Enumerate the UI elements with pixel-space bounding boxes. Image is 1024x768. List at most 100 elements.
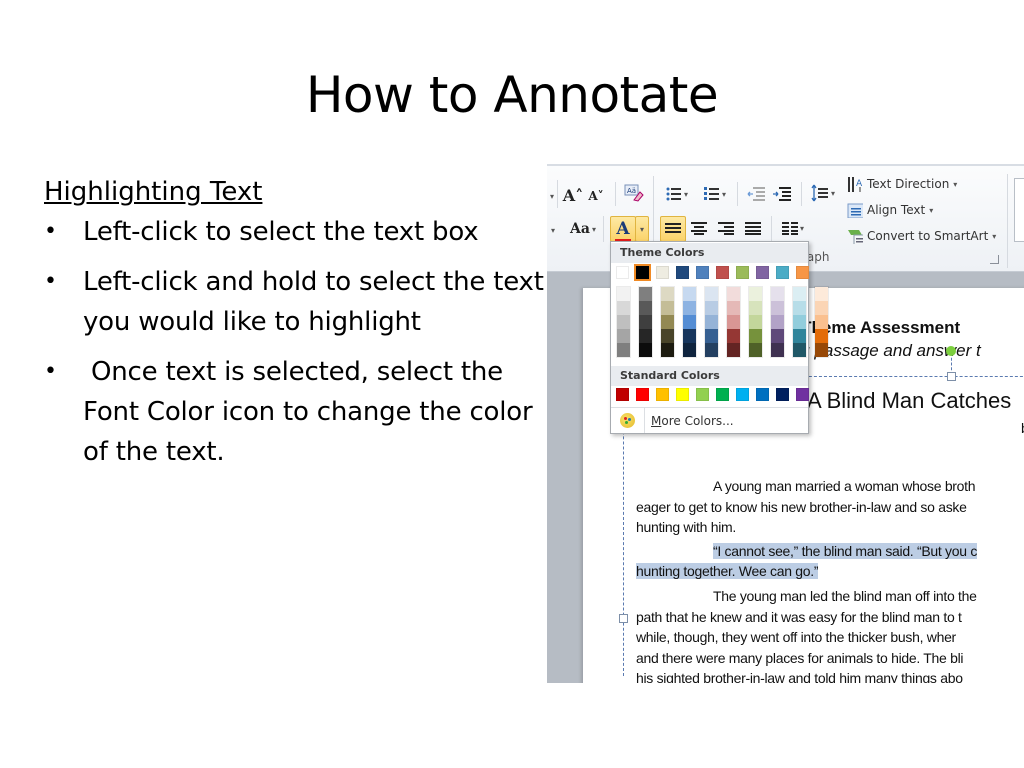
theme-color-swatch[interactable] [736,266,749,279]
align-right-button[interactable] [714,216,738,240]
shade-swatch[interactable] [727,343,740,357]
more-colors-item[interactable]: More Colors... [611,407,808,433]
font-color-dropdown[interactable]: ▾ [635,216,649,242]
shade-swatch[interactable] [639,329,652,343]
shade-swatch[interactable] [771,343,784,357]
shade-swatch[interactable] [815,301,828,315]
resize-handle-top[interactable] [947,372,956,381]
standard-color-swatch[interactable] [796,388,809,401]
numbering-button[interactable]: ▾ [699,184,731,204]
theme-color-swatch[interactable] [634,264,651,281]
clear-formatting-button[interactable]: Aä [623,182,645,204]
standard-color-swatch[interactable] [696,388,709,401]
shade-swatch[interactable] [683,301,696,315]
resize-handle-left[interactable] [619,614,628,623]
grow-font-button[interactable]: A˄ [563,184,583,206]
text-direction-button[interactable]: A Text Direction ▾ [847,176,957,192]
shade-swatch[interactable] [639,343,652,357]
selected-text: “I cannot see,” the blind man said. “But… [713,542,978,559]
shade-swatch[interactable] [749,329,762,343]
shade-swatch[interactable] [771,315,784,329]
shade-swatch[interactable] [639,287,652,301]
shade-swatch[interactable] [727,315,740,329]
shade-swatch[interactable] [793,287,806,301]
standard-color-swatch[interactable] [616,388,629,401]
shade-swatch[interactable] [639,315,652,329]
shade-swatch[interactable] [639,301,652,315]
shade-swatch[interactable] [749,315,762,329]
shade-swatch[interactable] [705,301,718,315]
text-direction-label: Text Direction [867,177,950,191]
theme-color-swatch[interactable] [716,266,729,279]
shade-swatch[interactable] [727,329,740,343]
line-spacing-button[interactable]: ▾ [809,182,837,204]
font-color-button[interactable]: A [610,216,636,243]
shade-swatch[interactable] [661,315,674,329]
shade-swatch[interactable] [617,329,630,343]
standard-color-swatch[interactable] [756,388,769,401]
shade-swatch[interactable] [705,329,718,343]
bullets-button[interactable]: ▾ [662,184,692,204]
align-text-button[interactable]: Align Text ▾ [847,202,933,218]
shade-swatch[interactable] [661,301,674,315]
shade-swatch[interactable] [661,329,674,343]
story-line: while, though, they went off into the th… [636,629,956,645]
shade-swatch[interactable] [815,287,828,301]
shade-swatch[interactable] [771,329,784,343]
shade-swatch[interactable] [771,287,784,301]
shade-swatch[interactable] [771,301,784,315]
convert-smartart-button[interactable]: Convert to SmartArt ▾ [847,228,996,244]
shade-swatch[interactable] [793,301,806,315]
justify-button[interactable] [741,216,765,240]
shade-swatch[interactable] [793,315,806,329]
text-effects-dropdown[interactable]: ▾ [547,220,557,240]
shade-swatch[interactable] [793,329,806,343]
standard-color-swatch[interactable] [676,388,689,401]
shade-swatch[interactable] [815,343,828,357]
shade-swatch[interactable] [683,329,696,343]
increase-indent-button[interactable] [771,184,793,204]
shade-swatch[interactable] [617,287,630,301]
standard-color-swatch[interactable] [636,388,649,401]
standard-color-swatch[interactable] [776,388,789,401]
shade-swatch[interactable] [749,301,762,315]
standard-color-swatch[interactable] [736,388,749,401]
shade-swatch[interactable] [727,301,740,315]
shade-swatch[interactable] [815,329,828,343]
shade-swatch[interactable] [749,287,762,301]
shrink-font-button[interactable]: A˅ [587,186,605,206]
theme-color-swatch[interactable] [776,266,789,279]
styles-gallery-edge[interactable] [1014,178,1024,242]
shade-swatch[interactable] [661,343,674,357]
rotation-handle[interactable] [946,346,956,356]
theme-color-swatch[interactable] [616,266,629,279]
shade-swatch[interactable] [683,315,696,329]
shade-swatch[interactable] [617,301,630,315]
change-case-button[interactable]: Aa ▾ [567,218,599,240]
shade-swatch[interactable] [705,287,718,301]
shade-swatch[interactable] [705,343,718,357]
theme-color-swatch[interactable] [696,266,709,279]
shade-swatch[interactable] [815,315,828,329]
shade-swatch[interactable] [683,287,696,301]
shade-swatch[interactable] [727,287,740,301]
decrease-indent-button[interactable] [745,184,767,204]
align-left-button[interactable] [660,216,686,242]
shade-swatch[interactable] [617,315,630,329]
shade-swatch[interactable] [683,343,696,357]
paragraph-dialog-launcher[interactable] [990,255,999,264]
font-size-dropdown[interactable]: ▾ [547,186,555,206]
center-button[interactable] [687,216,711,240]
theme-color-swatch[interactable] [676,266,689,279]
theme-color-swatch[interactable] [796,266,809,279]
shade-swatch[interactable] [617,343,630,357]
columns-button[interactable]: ▾ [777,216,809,240]
standard-color-swatch[interactable] [716,388,729,401]
shade-swatch[interactable] [793,343,806,357]
shade-swatch[interactable] [705,315,718,329]
shade-swatch[interactable] [749,343,762,357]
theme-color-swatch[interactable] [656,266,669,279]
theme-color-swatch[interactable] [756,266,769,279]
shade-swatch[interactable] [661,287,674,301]
standard-color-swatch[interactable] [656,388,669,401]
